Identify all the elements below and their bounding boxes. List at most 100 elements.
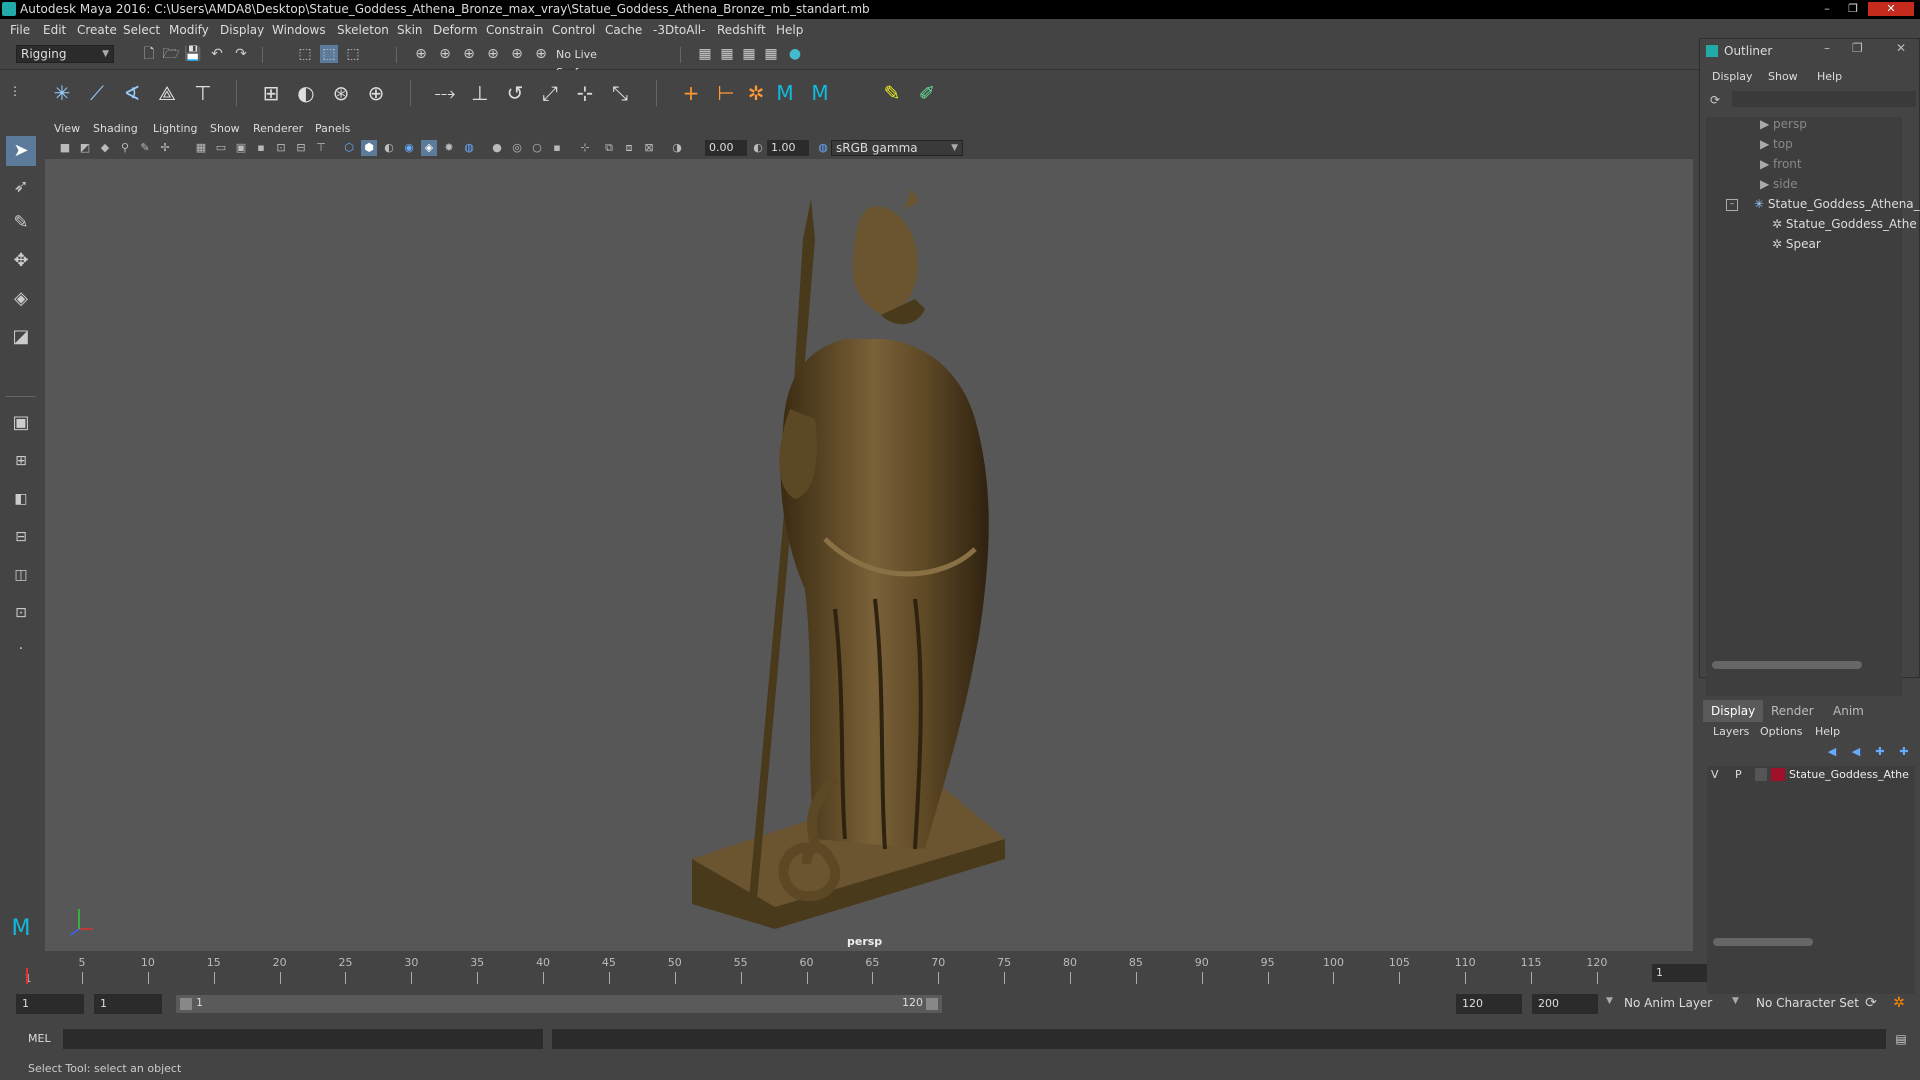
grid-icon[interactable]: ▦ <box>193 140 209 156</box>
move-layer-up-icon[interactable]: ◀ <box>1823 743 1841 761</box>
gate-mask-icon[interactable]: ▪ <box>253 140 269 156</box>
save-scene-icon[interactable]: 💾 <box>184 45 202 63</box>
undo-icon[interactable]: ↶ <box>208 45 226 63</box>
menu-help[interactable]: Help <box>776 23 803 37</box>
menuset-dropdown[interactable]: Rigging ▼ <box>16 45 114 63</box>
outliner-item-front[interactable]: ▶ front <box>1760 157 1802 171</box>
outliner-close-button[interactable]: ✕ <box>1896 41 1906 55</box>
hypershade-icon[interactable]: ● <box>786 45 804 63</box>
menu-windows[interactable]: Windows <box>272 23 326 37</box>
point-constraint-icon[interactable]: ⤏ <box>430 78 460 108</box>
lattice-icon[interactable]: ◐ <box>291 78 321 108</box>
outliner-item-top[interactable]: ▶ top <box>1760 137 1793 151</box>
character-set-dropdown[interactable]: No Character Set <box>1752 994 1862 1014</box>
outliner-item-side[interactable]: ▶ side <box>1760 177 1798 191</box>
camera-attributes-icon[interactable]: ◩ <box>77 140 93 156</box>
chevron-down-icon[interactable]: ▼ <box>1606 996 1613 1006</box>
exposure-field[interactable]: 0.00 <box>705 140 747 156</box>
select-component-icon[interactable]: ⬚ <box>344 45 362 63</box>
select-object-icon[interactable]: ⬚ <box>320 45 338 63</box>
menu-file[interactable]: File <box>10 23 30 37</box>
menu-cache[interactable]: Cache <box>605 23 642 37</box>
range-slider[interactable]: 1 120 <box>176 995 942 1013</box>
menu-modify[interactable]: Modify <box>169 23 209 37</box>
film-gate-icon[interactable]: ▭ <box>213 140 229 156</box>
wrap-icon[interactable]: ⊛ <box>326 78 356 108</box>
redo-icon[interactable]: ↷ <box>232 45 250 63</box>
xray-icon[interactable]: ◎ <box>509 140 525 156</box>
menu-redshift[interactable]: Redshift <box>717 23 766 37</box>
menu-skin[interactable]: Skin <box>397 23 423 37</box>
outliner-item-statue-group[interactable]: ✳ Statue_Goddess_Athena_ <box>1754 197 1920 211</box>
layer-color-swatch[interactable] <box>1771 768 1785 781</box>
chevron-down-icon[interactable]: ▼ <box>1732 996 1739 1006</box>
motion-blur-icon[interactable]: ⊹ <box>577 140 593 156</box>
move-tool-icon[interactable]: ✥ <box>6 246 36 276</box>
image-plane-icon[interactable]: ⚲ <box>117 140 133 156</box>
render-settings-icon[interactable]: ▦ <box>762 45 780 63</box>
field-chart-icon[interactable]: ⊡ <box>273 140 289 156</box>
component-editor-icon[interactable]: ✐ <box>912 78 942 108</box>
close-button[interactable]: ✕ <box>1868 2 1914 16</box>
wireframe-icon[interactable]: ⬡ <box>341 140 357 156</box>
render-view-icon[interactable]: ▦ <box>696 45 714 63</box>
grease-pencil-icon[interactable]: ✎ <box>137 140 153 156</box>
current-time-marker[interactable] <box>26 968 28 984</box>
hik-icon[interactable]: M <box>805 78 835 108</box>
persp-graph-layout-icon[interactable]: ⊟ <box>6 522 36 552</box>
gamma-field[interactable]: 1.00 <box>767 140 809 156</box>
live-surface-field[interactable]: No Live Surface <box>552 46 642 79</box>
maximize-button[interactable]: ❐ <box>1842 2 1864 16</box>
menu-display[interactable]: Display <box>220 23 264 37</box>
outliner-menu-display[interactable]: Display <box>1712 70 1753 83</box>
color-management-icon[interactable]: ◍ <box>815 140 831 156</box>
menu-create[interactable]: Create <box>77 23 117 37</box>
mirror-joint-icon[interactable]: ⊤ <box>188 78 218 108</box>
time-slider[interactable]: 1 5 10 15 20 25 30 35 40 45 50 55 60 65 70 75 80 85 90 95 1… <box>22 956 1647 986</box>
range-start-handle[interactable] <box>180 998 192 1010</box>
animation-prefs-icon[interactable]: ✲ <box>1890 994 1908 1012</box>
snap-point-icon[interactable]: ⊕ <box>460 45 478 63</box>
persp-outliner-layout-icon[interactable]: ◧ <box>6 484 36 514</box>
exposure-icon[interactable]: ◑ <box>669 140 685 156</box>
scale-tool-icon[interactable]: ◪ <box>6 322 36 352</box>
outliner-search-input[interactable] <box>1732 91 1916 107</box>
camera-pan-icon[interactable]: ✢ <box>157 140 173 156</box>
playback-start-field[interactable]: 1 <box>94 994 162 1014</box>
statue-model[interactable] <box>45 159 1693 951</box>
outliner-maximize-button[interactable]: ❐ <box>1852 41 1863 55</box>
layer-row[interactable]: V P Statue_Goddess_Athe <box>1707 766 1915 784</box>
tab-display[interactable]: Display <box>1703 700 1764 722</box>
paint-weights-icon[interactable]: ✎ <box>877 78 907 108</box>
new-empty-layer-icon[interactable]: ✚ <box>1871 743 1889 761</box>
cluster-icon[interactable]: ⊕ <box>361 78 391 108</box>
joint-tool-icon[interactable]: ✳ <box>47 78 77 108</box>
select-tool-icon[interactable]: ➤ <box>6 136 36 166</box>
ik-handle-icon[interactable]: ⟋ <box>82 78 112 108</box>
layer-visibility-toggle[interactable]: V <box>1711 768 1719 781</box>
pole-vector-icon[interactable]: ⤡ <box>605 78 635 108</box>
tab-anim[interactable]: Anim <box>1825 700 1872 722</box>
insert-joint-icon[interactable]: ⟁ <box>152 78 182 108</box>
layer-name[interactable]: Statue_Goddess_Athe <box>1789 768 1909 781</box>
menu-3dtoall[interactable]: -3DtoAll- <box>653 23 705 37</box>
cluster-handle-icon[interactable]: ⊢ <box>711 78 741 108</box>
shaded-wireframe-icon[interactable]: ◐ <box>381 140 397 156</box>
playback-end-field[interactable]: 120 <box>1456 994 1522 1014</box>
viewport-persp[interactable]: persp <box>45 159 1693 951</box>
xray-joints-icon[interactable]: ○ <box>529 140 545 156</box>
auto-key-icon[interactable]: ⟳ <box>1862 994 1880 1012</box>
textured-icon[interactable]: ◉ <box>401 140 417 156</box>
colorspace-dropdown[interactable]: sRGB gamma ▼ <box>831 140 963 156</box>
snap-live-icon[interactable]: ⊕ <box>532 45 550 63</box>
select-hierarchy-icon[interactable]: ⬚ <box>296 45 314 63</box>
end-time-field[interactable]: 200 <box>1532 994 1598 1014</box>
safe-title-icon[interactable]: ⊤ <box>313 140 329 156</box>
snap-view-plane-icon[interactable]: ⊕ <box>484 45 502 63</box>
multisample-icon[interactable]: ⧉ <box>601 140 617 156</box>
layers-menu-layers[interactable]: Layers <box>1713 725 1749 738</box>
mel-input[interactable] <box>63 1029 543 1049</box>
snap-grid-icon[interactable]: ⊕ <box>412 45 430 63</box>
outliner-item-spear[interactable]: ✲ Spear <box>1772 237 1821 251</box>
outliner-item-statue-mesh[interactable]: ✲ Statue_Goddess_Athe <box>1772 217 1917 231</box>
